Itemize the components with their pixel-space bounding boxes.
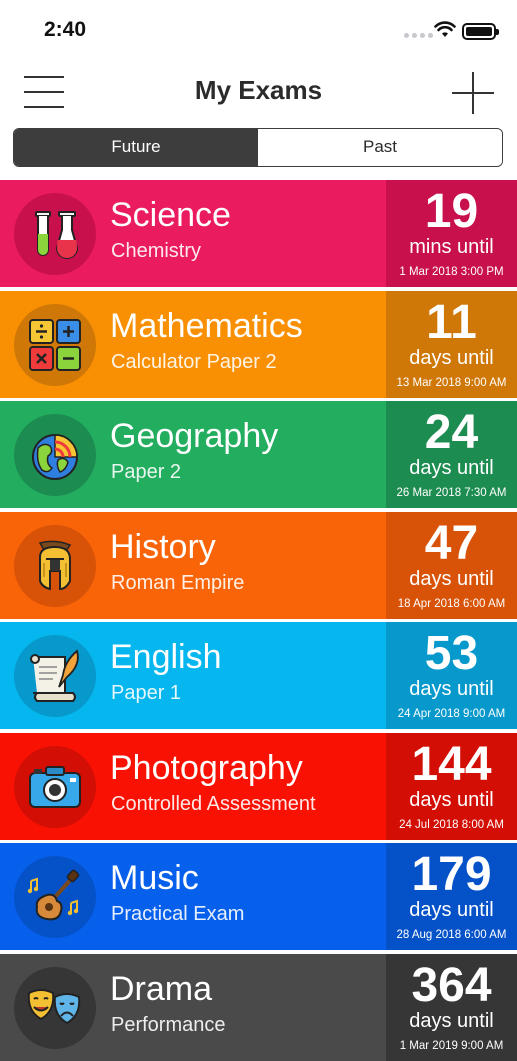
- segment-future[interactable]: Future: [14, 129, 258, 166]
- countdown-panel: 47 days until 18 Apr 2018 6:00 AM: [386, 511, 517, 619]
- status-bar: 2:40: [0, 0, 517, 60]
- theatre-masks-icon: [27, 988, 81, 1024]
- exam-topic: Chemistry: [111, 240, 202, 262]
- exam-subject: History: [110, 527, 216, 566]
- exam-date: 28 Aug 2018 6:00 AM: [396, 929, 507, 941]
- guitar-icon: [27, 869, 80, 921]
- exam-date: 18 Apr 2018 6:00 AM: [397, 597, 506, 610]
- countdown-number: 47: [424, 516, 479, 570]
- icon-circle: [14, 745, 96, 828]
- exam-date: 1 Mar 2018 3:00 PM: [399, 266, 504, 278]
- icon-circle: [14, 303, 96, 386]
- exam-date: 1 Mar 2019 9:00 AM: [399, 1039, 504, 1052]
- countdown-number: 11: [426, 295, 477, 349]
- segment-past[interactable]: Past: [258, 129, 502, 166]
- countdown-number: 364: [411, 958, 492, 1012]
- exam-topic: Paper 1: [111, 682, 182, 704]
- countdown-unit: days until: [409, 457, 494, 479]
- icon-circle: [14, 966, 96, 1049]
- exam-subject: Geography: [110, 417, 279, 455]
- exam-row-mathematics[interactable]: Mathematics Calculator Paper 2 11 days u…: [0, 290, 517, 398]
- countdown-panel: 11 days until 13 Mar 2018 9:00 AM: [386, 290, 517, 398]
- countdown-panel: 53 days until 24 Apr 2018 9:00 AM: [386, 622, 517, 729]
- countdown-panel: 364 days until 1 Mar 2019 9:00 AM: [386, 953, 517, 1061]
- test-tubes-icon: [35, 211, 79, 259]
- icon-circle: [14, 193, 96, 275]
- countdown-panel: 19 mins until 1 Mar 2018 3:00 PM: [386, 180, 517, 287]
- segmented-control: Future Past: [13, 128, 503, 167]
- signal-icon: [404, 33, 433, 38]
- battery-icon: [462, 23, 499, 40]
- roman-helmet-icon: [38, 540, 72, 590]
- countdown-panel: 179 days until 28 Aug 2018 6:00 AM: [386, 843, 517, 950]
- camera-icon: [29, 765, 81, 808]
- exam-topic: Controlled Assessment: [111, 792, 316, 815]
- exam-row-geography[interactable]: Geography Paper 2 24 days until 26 Mar 2…: [0, 401, 517, 508]
- exam-row-drama[interactable]: Drama Performance 364 days until 1 Mar 2…: [0, 953, 517, 1061]
- countdown-unit: days until: [409, 899, 494, 921]
- icon-circle: [14, 524, 96, 607]
- exam-date: 26 Mar 2018 7:30 AM: [396, 487, 507, 499]
- exam-list: Science Chemistry 19 mins until 1 Mar 20…: [0, 180, 517, 1061]
- exam-row-english[interactable]: English Paper 1 53 days until 24 Apr 201…: [0, 622, 517, 729]
- icon-circle: [14, 856, 96, 938]
- status-time: 2:40: [44, 18, 87, 41]
- exam-subject: English: [110, 638, 222, 676]
- exam-row-music[interactable]: Music Practical Exam 179 days until 28 A…: [0, 843, 517, 950]
- countdown-number: 24: [424, 406, 479, 459]
- exam-date: 13 Mar 2018 9:00 AM: [396, 376, 507, 389]
- countdown-unit: days until: [409, 567, 494, 590]
- countdown-unit: days until: [409, 1009, 494, 1032]
- countdown-unit: days until: [409, 788, 494, 811]
- exam-topic: Roman Empire: [111, 571, 245, 594]
- exam-date: 24 Apr 2018 9:00 AM: [397, 708, 506, 720]
- exam-subject: Photography: [110, 748, 303, 787]
- countdown-number: 144: [411, 737, 492, 791]
- countdown-number: 19: [424, 185, 479, 238]
- calculator-symbols-icon: [29, 318, 81, 371]
- countdown-number: 179: [411, 848, 492, 901]
- nav-bar: My Exams: [0, 60, 517, 122]
- exam-row-photography[interactable]: Photography Controlled Assessment 144 da…: [0, 732, 517, 840]
- scroll-quill-icon: [30, 649, 79, 702]
- countdown-unit: mins until: [409, 236, 494, 258]
- exam-date: 24 Jul 2018 8:00 AM: [399, 818, 504, 831]
- exam-topic: Calculator Paper 2: [111, 350, 277, 373]
- wifi-icon: [434, 21, 456, 37]
- page-title: My Exams: [194, 75, 323, 105]
- exam-row-history[interactable]: History Roman Empire 47 days until 18 Ap…: [0, 511, 517, 619]
- icon-circle: [14, 635, 96, 717]
- exam-subject: Music: [110, 859, 199, 897]
- icon-circle: [14, 414, 96, 496]
- exam-topic: Practical Exam: [111, 903, 245, 925]
- exam-subject: Drama: [110, 969, 213, 1008]
- countdown-number: 53: [424, 627, 479, 680]
- countdown-unit: days until: [409, 346, 494, 369]
- exam-topic: Performance: [111, 1013, 226, 1036]
- exam-topic: Paper 2: [111, 461, 182, 483]
- exam-subject: Mathematics: [110, 306, 303, 345]
- countdown-panel: 144 days until 24 Jul 2018 8:00 AM: [386, 732, 517, 840]
- exam-row-science[interactable]: Science Chemistry 19 mins until 1 Mar 20…: [0, 180, 517, 287]
- countdown-panel: 24 days until 26 Mar 2018 7:30 AM: [386, 401, 517, 508]
- exam-subject: Science: [110, 196, 231, 234]
- countdown-unit: days until: [409, 678, 494, 700]
- add-exam-button[interactable]: [452, 72, 494, 114]
- globe-icon: [32, 434, 78, 480]
